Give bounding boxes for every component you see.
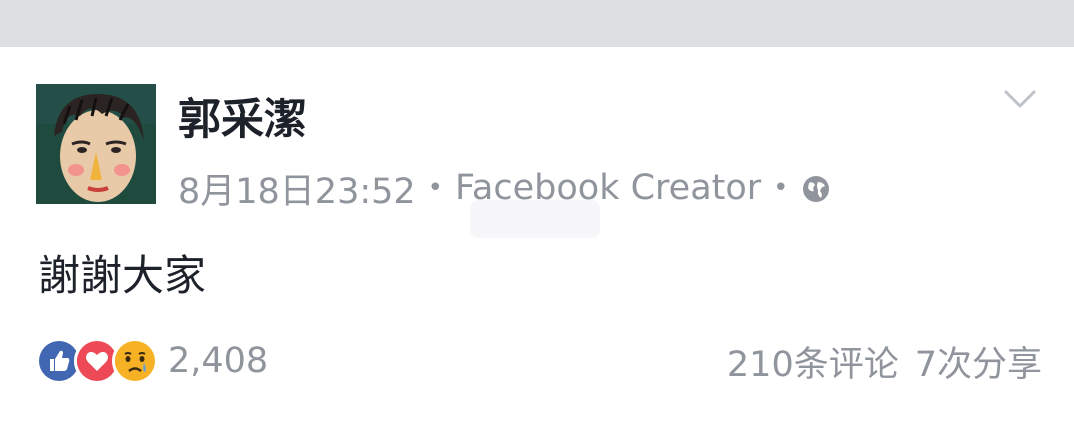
reaction-count: 2,408 xyxy=(168,341,269,381)
blurred-area xyxy=(470,200,600,238)
engagement-stats: 210条评论 7次分享 xyxy=(727,337,1042,385)
comments-count[interactable]: 210条评论 xyxy=(727,336,899,387)
author-name[interactable]: 郭采潔 xyxy=(178,94,307,146)
reactions-summary[interactable]: 2,408 xyxy=(36,337,268,385)
separator-dot: • xyxy=(773,173,789,203)
globe-icon xyxy=(801,173,831,203)
post-date[interactable]: 8月18日23:52 xyxy=(178,163,416,214)
top-bar xyxy=(0,0,1074,47)
separator-dot: • xyxy=(427,173,444,203)
post-text: 謝謝大家 xyxy=(38,251,207,300)
chevron-down-icon[interactable] xyxy=(1000,84,1040,112)
avatar[interactable] xyxy=(36,84,156,204)
sad-icon xyxy=(112,338,158,384)
shares-count[interactable]: 7次分享 xyxy=(915,336,1042,387)
